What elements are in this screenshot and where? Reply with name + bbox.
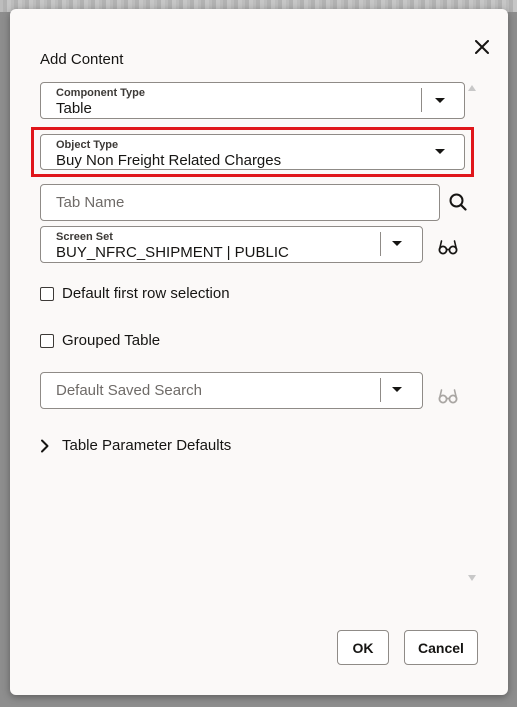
add-content-dialog: Add Content Component Type Table Object … [10,9,508,695]
chevron-down-icon[interactable] [392,387,402,392]
chevron-right-icon [41,439,49,452]
object-type-label: Object Type [56,139,119,151]
cancel-button[interactable]: Cancel [404,630,478,665]
dropdown-separator [421,88,422,112]
screen-set-view-button[interactable] [436,237,460,257]
default-first-row-selection-option[interactable]: Default first row selection [40,285,230,302]
component-type-label: Component Type [56,87,146,99]
object-type-value: Buy Non Freight Related Charges [56,152,282,169]
screen-set-value: BUY_NFRC_SHIPMENT | PUBLIC [56,244,289,261]
grouped-table-checkbox[interactable] [40,333,54,348]
glasses-icon [438,240,458,255]
chevron-down-icon[interactable] [435,149,445,154]
glasses-icon [438,389,458,404]
scroll-up-arrow-icon[interactable] [468,85,476,91]
ok-button[interactable]: OK [337,630,389,665]
dialog-title: Add Content [40,51,124,68]
dropdown-separator [380,232,381,256]
chevron-down-icon[interactable] [435,98,445,103]
screen-set-label: Screen Set [56,231,113,243]
default-saved-search-placeholder: Default Saved Search [56,382,202,399]
grouped-table-option[interactable]: Grouped Table [40,332,160,349]
default-first-row-selection-label: Default first row selection [62,285,230,302]
default-saved-search-select[interactable]: Default Saved Search [40,372,423,409]
default-first-row-selection-checkbox[interactable] [40,286,54,301]
component-type-value: Table [56,100,92,117]
component-type-select[interactable]: Component Type Table [40,82,465,119]
grouped-table-label: Grouped Table [62,332,161,349]
close-button[interactable] [470,35,494,59]
table-parameter-defaults-label: Table Parameter Defaults [62,437,232,454]
table-parameter-defaults-toggle[interactable]: Table Parameter Defaults [40,437,231,454]
tab-name-input[interactable]: Tab Name [40,184,440,221]
scroll-down-arrow-icon[interactable] [468,575,476,581]
tab-name-placeholder: Tab Name [56,194,125,211]
object-type-select[interactable]: Object Type Buy Non Freight Related Char… [40,134,465,170]
saved-search-view-button [436,386,460,406]
close-icon [475,40,489,54]
dropdown-separator [380,378,381,402]
search-button[interactable] [446,190,470,214]
screen-set-select[interactable]: Screen Set BUY_NFRC_SHIPMENT | PUBLIC [40,226,423,263]
search-icon [449,193,467,211]
chevron-down-icon[interactable] [392,241,402,246]
